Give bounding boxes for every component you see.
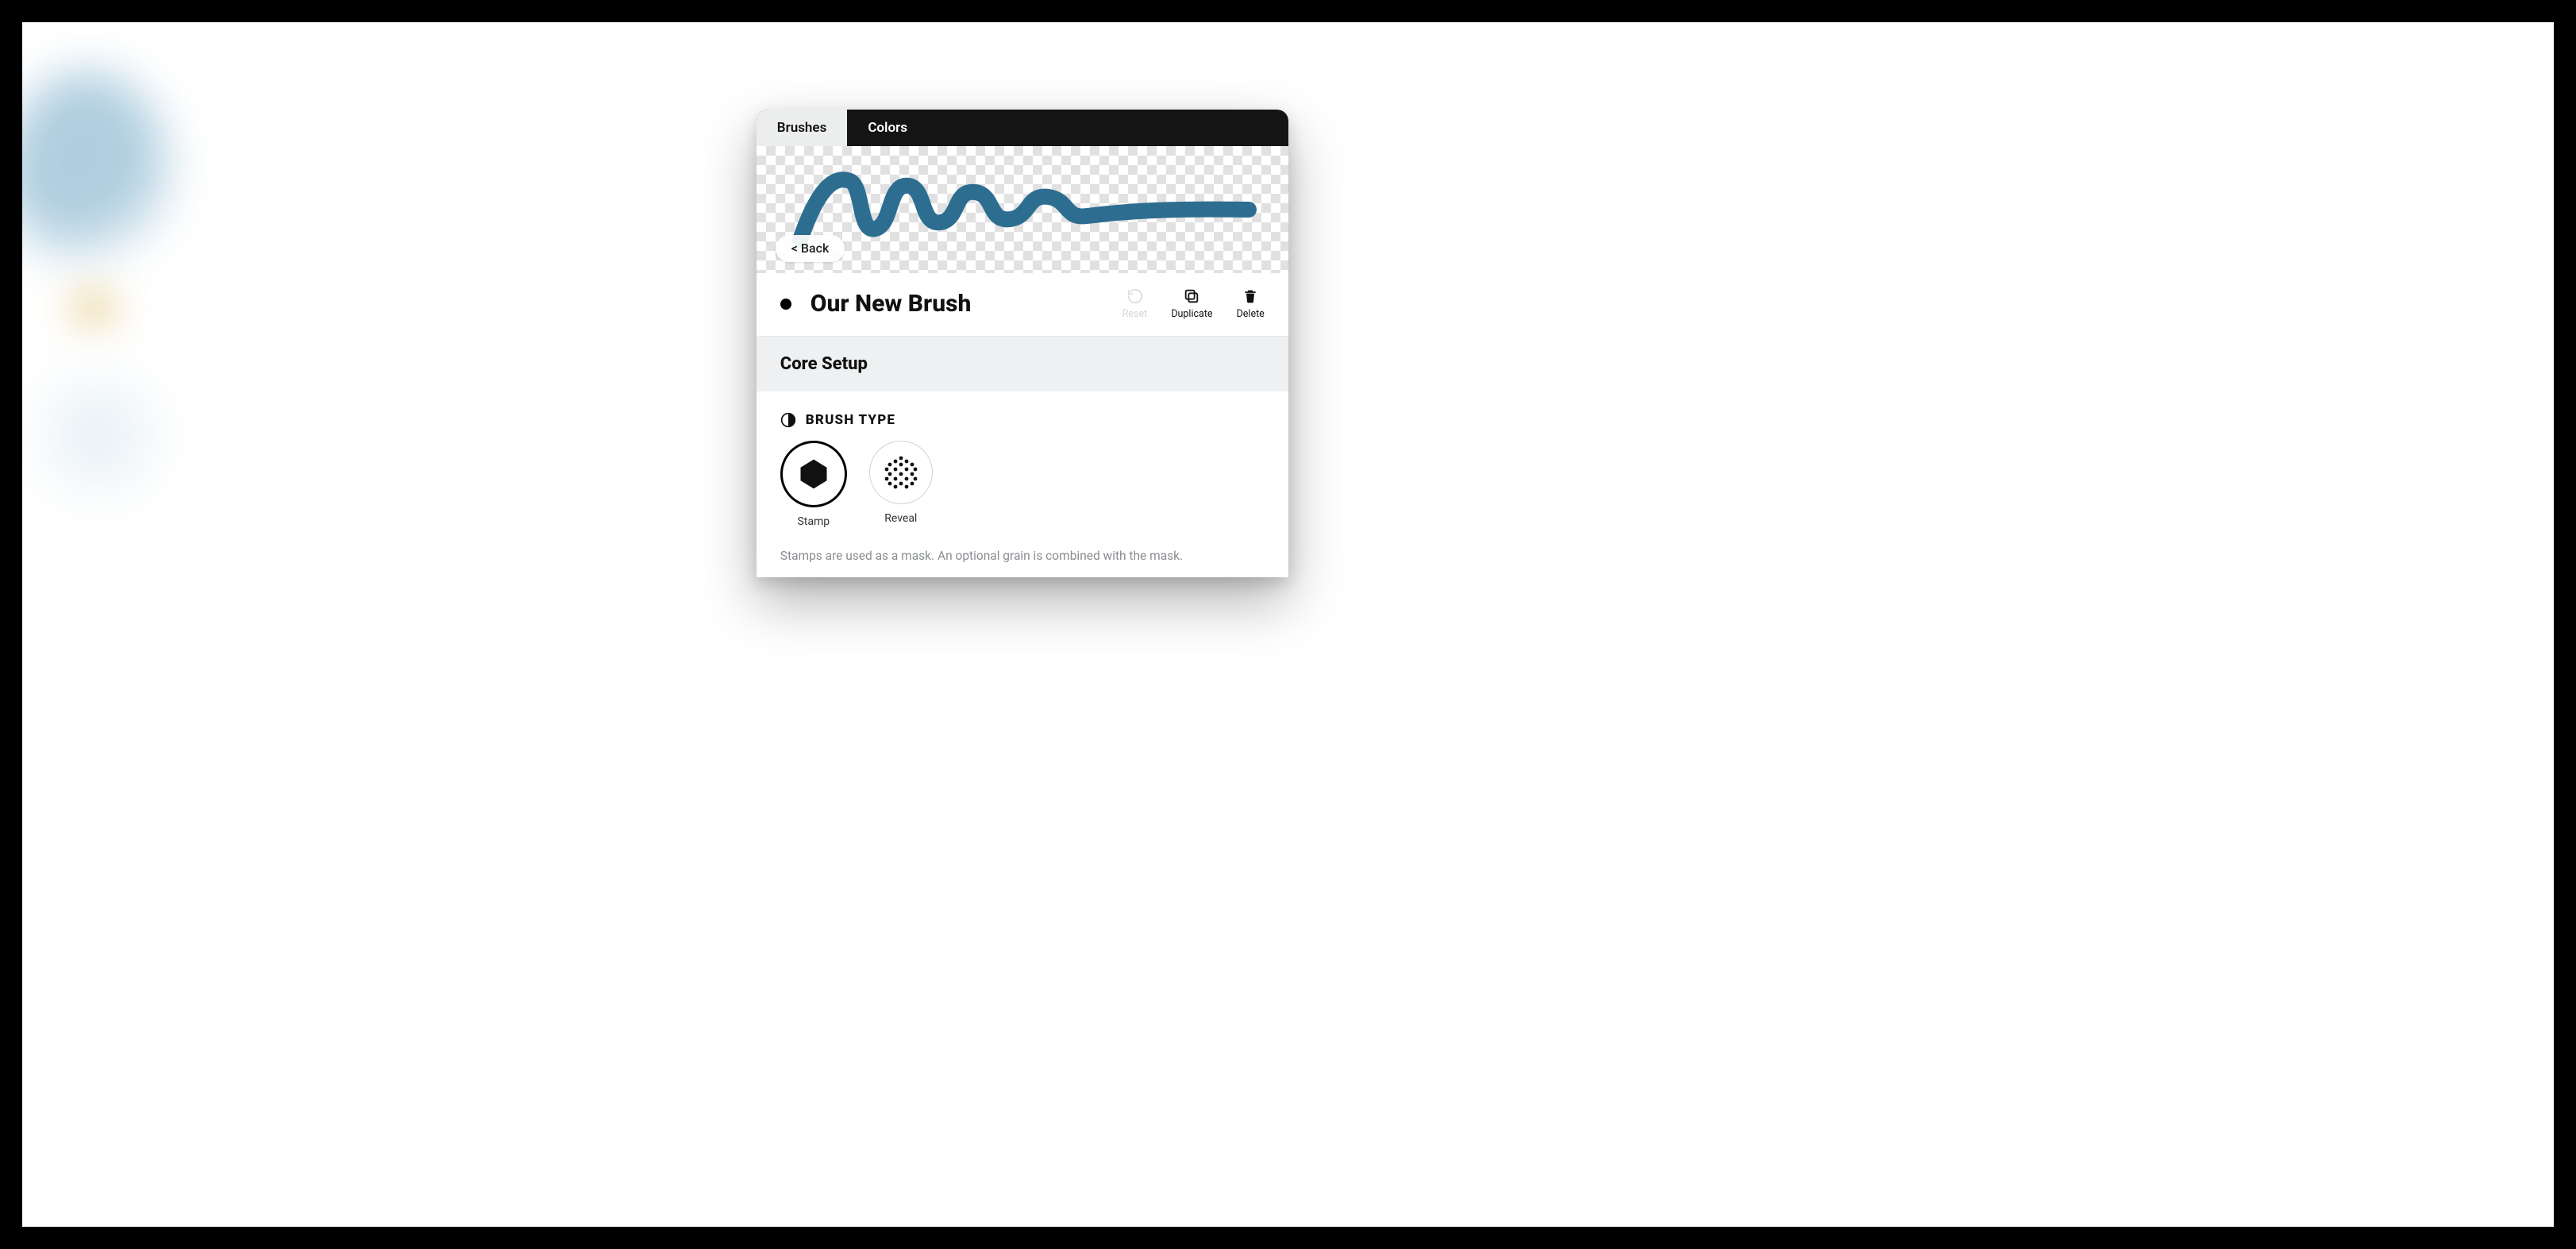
section-brush-type: BRUSH TYPE Stamp [757, 391, 1288, 577]
reveal-label: Reveal [884, 512, 917, 525]
trash-icon [1242, 287, 1259, 305]
brush-name[interactable]: Our New Brush [811, 290, 1122, 318]
brush-title-bar: Our New Brush Reset [757, 273, 1288, 337]
brush-type-option-stamp[interactable]: Stamp [780, 441, 847, 528]
stamp-swatch [780, 441, 847, 507]
back-button[interactable]: < Back [776, 235, 845, 262]
reset-icon [1126, 287, 1144, 305]
duplicate-button[interactable]: Duplicate [1171, 287, 1212, 320]
duplicate-label: Duplicate [1171, 308, 1212, 320]
reveal-swatch [869, 441, 933, 504]
brush-actions: Reset Duplicate [1122, 287, 1265, 320]
reset-label: Reset [1122, 308, 1148, 320]
duplicate-icon [1183, 287, 1200, 305]
canvas-background: Brushes Colors < Back Our New Brush [22, 22, 2554, 1227]
brush-editor-panel: Brushes Colors < Back Our New Brush [757, 110, 1288, 577]
tab-bar: Brushes Colors [757, 110, 1288, 146]
brush-type-heading-label: BRUSH TYPE [806, 412, 895, 428]
reset-button: Reset [1122, 287, 1148, 320]
brush-color-dot [780, 299, 791, 310]
brush-type-heading: BRUSH TYPE [780, 412, 1265, 428]
brush-type-icon [780, 412, 796, 428]
tab-brushes[interactable]: Brushes [757, 110, 848, 146]
brush-type-options: Stamp [780, 441, 1265, 528]
background-paint-blob [22, 70, 173, 276]
brush-type-hint: Stamps are used as a mask. An optional g… [780, 549, 1265, 563]
background-paint-blob [30, 356, 165, 515]
background-paint-blob [46, 284, 141, 332]
brush-type-option-reveal[interactable]: Reveal [869, 441, 933, 528]
app-frame: Brushes Colors < Back Our New Brush [0, 0, 2576, 1249]
brush-stroke-preview: < Back [757, 146, 1288, 273]
delete-label: Delete [1237, 308, 1265, 320]
hexagon-icon [796, 457, 831, 492]
stamp-label: Stamp [797, 515, 830, 528]
tab-colors[interactable]: Colors [847, 110, 928, 146]
halftone-icon [881, 453, 921, 492]
section-core-setup-header: Core Setup [757, 337, 1288, 391]
delete-button[interactable]: Delete [1237, 287, 1265, 320]
